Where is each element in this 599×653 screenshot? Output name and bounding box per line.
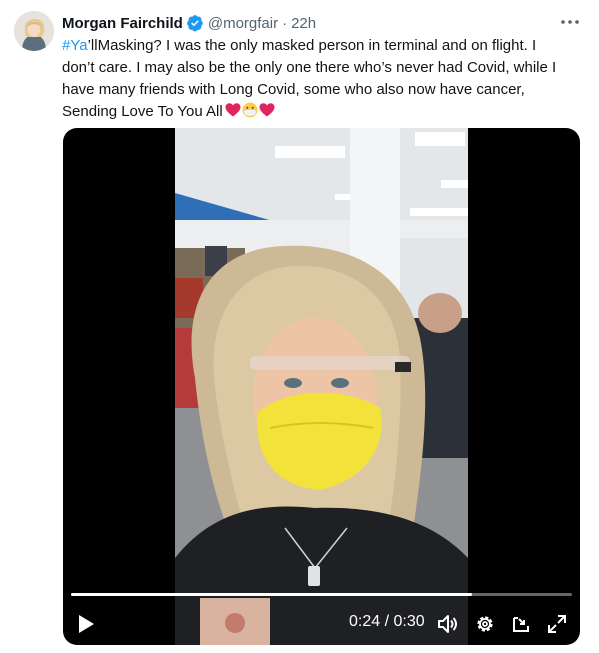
emoji-group: [225, 102, 275, 118]
play-icon[interactable]: [73, 611, 99, 637]
author-name[interactable]: Morgan Fairchild: [62, 15, 183, 32]
tweet-text-line-4: Sending Love To You All: [62, 101, 582, 123]
video-time-display: 0:24 / 0:30: [349, 613, 425, 631]
video-time-separator: /: [380, 613, 394, 630]
tweet-text: #Ya’llMasking? I was the only masked per…: [62, 35, 582, 123]
fullscreen-icon[interactable]: [544, 611, 570, 637]
header-separator: ·: [282, 14, 288, 32]
settings-icon[interactable]: [472, 611, 498, 637]
volume-icon[interactable]: [435, 611, 461, 637]
video-progress-bar[interactable]: [71, 593, 572, 596]
tweet-text-line-1-rest: ’llMasking? I was the only masked person…: [87, 37, 537, 54]
video-current-time: 0:24: [349, 613, 381, 630]
more-options-icon[interactable]: [556, 12, 584, 32]
heart-emoji-icon: [259, 103, 275, 117]
pop-out-icon[interactable]: [508, 611, 534, 637]
video-frame: [175, 128, 468, 645]
face-with-medical-mask-emoji-icon: [242, 102, 258, 118]
video-duration: 0:30: [393, 613, 425, 630]
tweet-text-line-3: have many friends with Long Covid, some …: [62, 81, 525, 98]
video-still-image: [175, 128, 468, 645]
tweet-text-line-4-text: Sending Love To You All: [62, 103, 223, 120]
heart-emoji-icon: [225, 103, 241, 117]
tweet-text-line-2: don’t care. I may also be the only one t…: [62, 59, 557, 76]
video-player[interactable]: 0:24 / 0:30: [63, 128, 580, 645]
avatar-image: [14, 11, 54, 51]
tweet: Morgan Fairchild @morgfair · 22h #Ya’llM…: [0, 0, 599, 653]
hashtag-link[interactable]: #Ya: [62, 37, 88, 54]
tweet-text-line-1: #Ya’llMasking? I was the only masked per…: [62, 35, 582, 57]
tweet-timestamp[interactable]: 22h: [291, 15, 316, 32]
tweet-header: Morgan Fairchild @morgfair · 22h: [62, 13, 316, 33]
author-handle[interactable]: @morgfair: [208, 15, 278, 32]
author-avatar[interactable]: [14, 11, 54, 51]
verified-badge-icon: [186, 14, 204, 32]
video-progress-fill: [71, 593, 472, 596]
video-controls: 0:24 / 0:30: [63, 603, 580, 643]
